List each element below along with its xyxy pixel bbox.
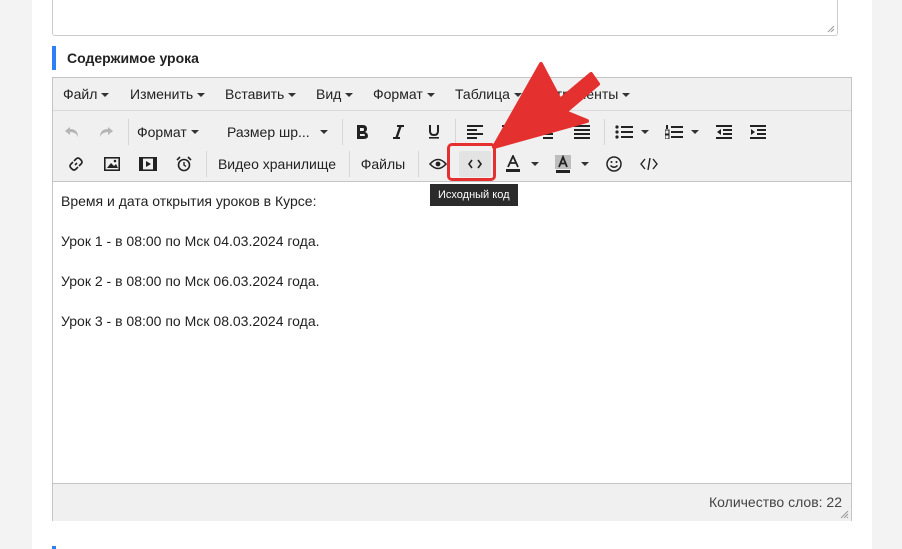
menu-edit[interactable]: Изменить [130, 78, 206, 110]
chevron-down-icon [288, 93, 297, 98]
align-left-button[interactable] [462, 119, 488, 145]
media-icon [139, 157, 157, 171]
chevron-down-icon [513, 93, 522, 98]
align-justify-icon [574, 125, 590, 139]
menu-edit-label: Изменить [130, 86, 194, 102]
toolbar-separator [342, 119, 343, 145]
content-line: Время и дата открытия уроков в Курсе: [61, 193, 317, 209]
section-title: Содержимое урока [52, 46, 199, 70]
menu-format-label: Формат [373, 86, 423, 102]
indent-button[interactable] [745, 119, 771, 145]
chevron-down-icon [641, 130, 649, 134]
chevron-down-icon [345, 93, 354, 98]
format-dropdown-label: Формат [137, 124, 187, 140]
background-color-button[interactable] [551, 151, 593, 177]
menu-table-label: Таблица [455, 86, 510, 102]
toolbar-separator [455, 119, 456, 145]
code-sample-icon [640, 158, 658, 170]
chevron-down-icon [426, 93, 435, 98]
bold-button[interactable] [349, 119, 375, 145]
indent-icon [750, 125, 766, 139]
resize-handle-icon[interactable] [827, 25, 835, 33]
toolbar-separator [349, 151, 350, 177]
chevron-down-icon [197, 93, 206, 98]
align-left-icon [467, 125, 483, 139]
font-size-dropdown-label: Размер шр... [227, 124, 310, 140]
editor-menubar: Файл Изменить Вставить Вид Формат Таблиц… [53, 78, 851, 111]
toolbar-separator [206, 151, 207, 177]
underline-icon [429, 125, 439, 139]
link-icon [69, 157, 83, 171]
numbered-list-icon [665, 125, 683, 139]
menu-view-label: Вид [316, 86, 342, 102]
menu-view[interactable]: Вид [316, 78, 354, 110]
redo-icon [100, 127, 113, 137]
chevron-down-icon [190, 130, 199, 134]
chevron-down-icon [691, 130, 699, 134]
alarm-button[interactable] [171, 151, 197, 177]
content-line: Урок 2 - в 08:00 по Мск 06.03.2024 года. [61, 273, 320, 289]
undo-icon [65, 127, 78, 137]
word-count: Количество слов: 22 [709, 494, 842, 510]
emoticons-button[interactable] [601, 151, 627, 177]
italic-button[interactable] [385, 119, 411, 145]
video-storage-label: Видео хранилище [217, 156, 337, 172]
files-label: Файлы [360, 156, 406, 172]
underline-button[interactable] [421, 119, 447, 145]
menu-format[interactable]: Формат [373, 78, 435, 110]
resize-handle-icon[interactable] [839, 509, 849, 519]
format-dropdown[interactable]: Формат [137, 119, 207, 145]
source-code-tooltip: Исходный код [430, 184, 518, 206]
align-right-button[interactable] [532, 119, 558, 145]
files-button[interactable]: Файлы [356, 151, 410, 177]
text-color-button[interactable] [501, 151, 543, 177]
undo-button[interactable] [59, 119, 85, 145]
text-color-icon [506, 155, 520, 172]
bullet-list-button[interactable] [611, 119, 653, 145]
emoticons-icon [606, 156, 622, 172]
font-size-dropdown[interactable]: Размер шр... [223, 119, 333, 145]
media-button[interactable] [135, 151, 161, 177]
editor-content[interactable]: Время и дата открытия уроков в Курсе: Ур… [53, 182, 851, 482]
content-line: Урок 1 - в 08:00 по Мск 04.03.2024 года. [61, 233, 320, 249]
menu-insert-label: Вставить [225, 86, 285, 102]
menu-table[interactable]: Таблица [455, 78, 522, 110]
align-center-button[interactable] [497, 119, 523, 145]
background-color-icon [555, 155, 571, 173]
menu-tools[interactable]: Инструменты [531, 78, 631, 110]
description-textarea[interactable] [52, 0, 838, 36]
redo-button[interactable] [93, 119, 119, 145]
menu-file[interactable]: Файл [63, 78, 110, 110]
menu-insert[interactable]: Вставить [225, 78, 297, 110]
align-right-icon [537, 125, 553, 139]
image-button[interactable] [99, 151, 125, 177]
chevron-down-icon [101, 93, 110, 98]
align-center-icon [502, 125, 518, 139]
outdent-button[interactable] [711, 119, 737, 145]
chevron-down-icon [622, 93, 631, 98]
bullet-list-icon [615, 125, 633, 139]
content-line: Урок 3 - в 08:00 по Мск 08.03.2024 года. [61, 313, 320, 329]
toolbar-separator [418, 151, 419, 177]
chevron-down-icon [319, 130, 328, 134]
menu-file-label: Файл [63, 86, 98, 102]
editor-statusbar: Количество слов: 22 [53, 483, 851, 521]
source-code-highlight [447, 143, 496, 181]
italic-icon [393, 125, 404, 139]
toolbar-separator [128, 119, 129, 145]
toolbar-separator [604, 119, 605, 145]
alarm-icon [176, 156, 192, 172]
code-sample-button[interactable] [636, 151, 662, 177]
bold-icon [357, 125, 368, 139]
outdent-icon [716, 125, 732, 139]
chevron-down-icon [531, 162, 539, 166]
numbered-list-button[interactable] [661, 119, 703, 145]
align-justify-button[interactable] [569, 119, 595, 145]
link-button[interactable] [63, 151, 89, 177]
menu-tools-label: Инструменты [531, 86, 619, 102]
video-storage-button[interactable]: Видео хранилище [213, 151, 341, 177]
image-icon [104, 157, 120, 171]
preview-icon [429, 158, 447, 170]
chevron-down-icon [581, 162, 589, 166]
